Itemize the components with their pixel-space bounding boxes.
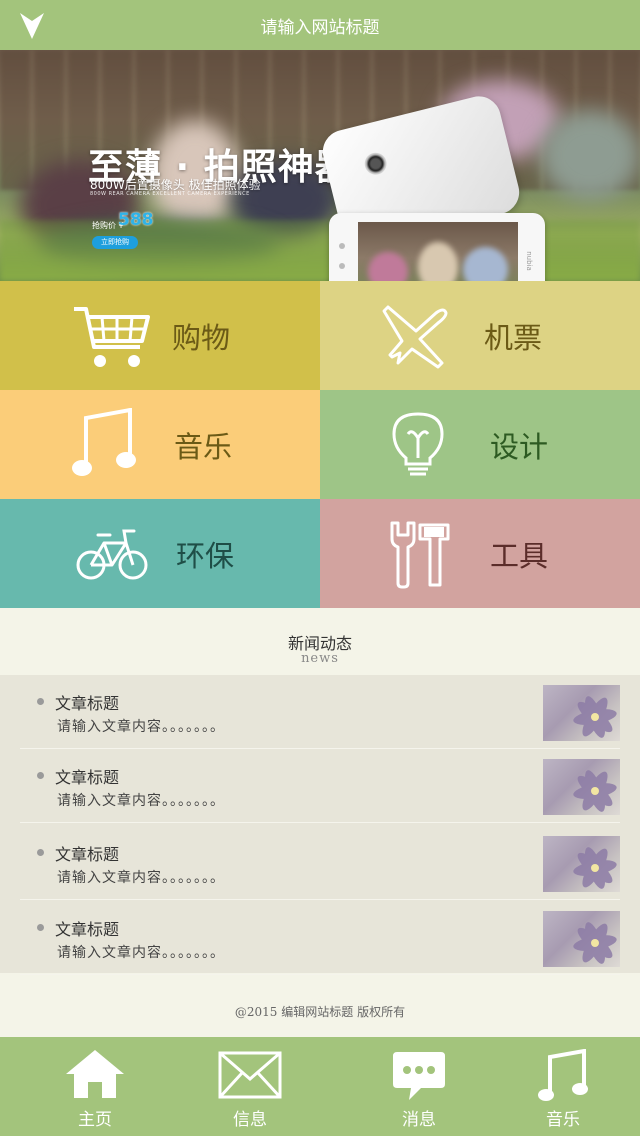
phone-front-image: nubia [329, 213, 545, 281]
bullet-icon [37, 849, 44, 856]
category-label: 购物 [172, 320, 231, 355]
bullet-icon [37, 772, 44, 779]
shopping-cart-icon [74, 307, 150, 367]
chat-bubble-icon [393, 1052, 445, 1100]
flower-icon [573, 696, 617, 738]
banner-tagline: 800W REAR CAMERA EXCELLENT CAMERA EXPERI… [90, 191, 250, 197]
copyright-text: @2015 编辑网站标题 版权所有 [234, 1005, 406, 1019]
banner-decor [540, 110, 640, 200]
article-thumbnail[interactable] [543, 836, 620, 892]
article-thumbnail[interactable] [543, 685, 620, 741]
article-title[interactable]: 文章标题 [55, 690, 119, 714]
banner-price: 588 [118, 210, 154, 230]
category-label: 音乐 [174, 429, 233, 464]
article-title[interactable]: 文章标题 [55, 764, 119, 788]
tab-label: 主页 [78, 1110, 112, 1130]
tab-label: 消息 [402, 1110, 436, 1130]
bullet-icon [37, 924, 44, 931]
list-item[interactable]: 文章标题 请输入文章内容。。。。。。。 [20, 675, 620, 749]
phone-button [339, 243, 345, 249]
home-icon [66, 1050, 124, 1098]
category-label: 设计 [490, 429, 549, 464]
category-label: 工具 [490, 538, 549, 573]
news-subtitle: news [301, 651, 339, 666]
bicycle-icon [76, 529, 148, 580]
tab-info[interactable]: 信息 [195, 1037, 305, 1136]
category-design[interactable]: 设计 [320, 390, 640, 499]
music-note-icon [72, 408, 136, 476]
tab-label: 信息 [233, 1110, 267, 1130]
article-thumbnail[interactable] [543, 911, 620, 967]
phone-screen [358, 222, 518, 281]
category-music[interactable]: 音乐 [0, 390, 320, 499]
tools-icon [390, 521, 450, 589]
category-eco[interactable]: 环保 [0, 499, 320, 608]
bottom-tab-bar: 主页 信息 消息 音乐 [0, 1037, 640, 1136]
article-thumbnail[interactable] [543, 759, 620, 815]
app-header: 请输入网站标题 [0, 0, 640, 50]
tab-home[interactable]: 主页 [40, 1037, 150, 1136]
lightbulb-icon [392, 412, 444, 476]
article-excerpt: 请输入文章内容。。。。。。。 [57, 870, 225, 886]
page-title: 请输入网站标题 [260, 17, 380, 38]
article-title[interactable]: 文章标题 [55, 916, 119, 940]
flower-icon [573, 770, 617, 812]
promo-banner[interactable]: 至薄 · 拍照神器 800W后置摄像头 极佳拍照体验 800W REAR CAM… [0, 50, 640, 281]
phone-brand: nubia [525, 251, 534, 271]
bullet-icon [37, 698, 44, 705]
music-note-icon [538, 1049, 588, 1101]
tab-music[interactable]: 音乐 [508, 1037, 618, 1136]
category-grid: 购物 机票 音乐 设计 环保 工具 [0, 281, 640, 608]
category-label: 机票 [484, 320, 543, 355]
buy-now-button[interactable]: 立即抢购 [92, 236, 138, 249]
category-tickets[interactable]: 机票 [320, 281, 640, 390]
phone-button [339, 263, 345, 269]
flower-icon [573, 922, 617, 964]
tab-label: 音乐 [546, 1110, 580, 1130]
article-excerpt: 请输入文章内容。。。。。。。 [57, 945, 225, 961]
news-section-header: 新闻动态 news [0, 608, 640, 675]
article-excerpt: 请输入文章内容。。。。。。。 [57, 719, 225, 735]
camera-lens-icon [362, 150, 389, 178]
list-item[interactable]: 文章标题 请输入文章内容。。。。。。。 [20, 901, 620, 975]
category-label: 环保 [176, 538, 235, 573]
article-excerpt: 请输入文章内容。。。。。。。 [57, 793, 225, 809]
tab-messages[interactable]: 消息 [364, 1037, 474, 1136]
airplane-icon [382, 305, 448, 369]
category-shopping[interactable]: 购物 [0, 281, 320, 390]
news-list: 文章标题 请输入文章内容。。。。。。。 文章标题 请输入文章内容。。。。。。。 [0, 675, 640, 975]
mail-icon [218, 1051, 282, 1099]
list-item[interactable]: 文章标题 请输入文章内容。。。。。。。 [20, 826, 620, 900]
v-arrow-logo-icon[interactable] [20, 13, 44, 39]
list-item[interactable]: 文章标题 请输入文章内容。。。。。。。 [20, 749, 620, 823]
category-tools[interactable]: 工具 [320, 499, 640, 608]
flower-icon [573, 847, 617, 889]
article-title[interactable]: 文章标题 [55, 841, 119, 865]
